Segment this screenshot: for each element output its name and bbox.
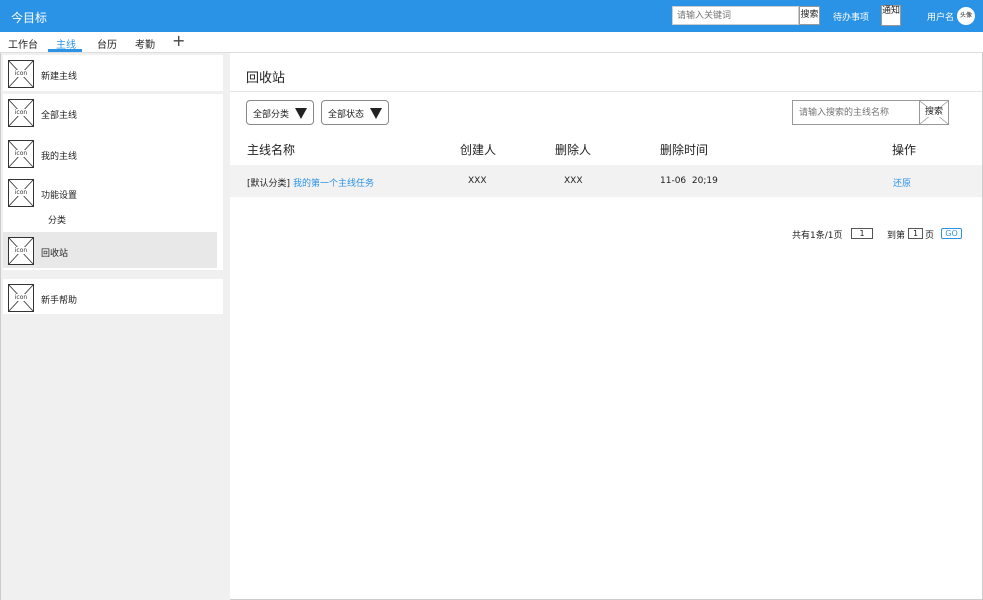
goto-prefix: 到第 [887,231,906,241]
placeholder-icon: icon [8,99,34,127]
notice-button[interactable]: 通知 [881,5,901,26]
icon-placeholder-text: icon [9,109,33,116]
active-tab-indicator [48,49,82,52]
icon-placeholder-text: icon [9,70,33,77]
category-filter-label: 全部分类 [253,110,290,120]
placeholder-icon: icon [8,140,34,168]
sidebar-subitem-category[interactable]: 分类 [48,213,66,226]
column-header-deleted-time: 删除时间 [660,143,709,157]
avatar[interactable]: 头像 [957,7,975,25]
category-filter-dropdown[interactable]: 全部分类 [246,100,314,125]
sidebar-item-label: 新手帮助 [41,296,78,306]
icon-placeholder-text: icon [9,247,33,254]
column-header-deleter: 删除人 [555,143,592,157]
mainline-search-button[interactable]: 搜索 [919,100,949,125]
sidebar-item-settings[interactable]: icon 功能设置 [3,174,217,210]
triangle-down-icon [295,108,307,119]
sidebar-item-new-mainline[interactable]: icon 新建主线 [3,55,217,91]
placeholder-icon: icon [8,284,34,312]
sidebar: icon 新建主线 icon 全部主线 icon 我的主线 icon 功能设置 … [0,53,230,600]
pagination-summary: 共有1条/1页 [792,231,843,241]
placeholder-icon: icon [8,237,34,265]
placeholder-icon: icon [8,179,34,207]
sidebar-item-my-mainlines[interactable]: icon 我的主线 [3,135,217,171]
status-filter-dropdown[interactable]: 全部状态 [321,100,389,125]
top-bar: 今目标 搜索 待办事项 通知 用户名 头像 [0,0,983,32]
keyword-search-button[interactable]: 搜索 [799,6,820,25]
icon-placeholder-text: icon [9,294,33,301]
page-title: 回收站 [246,71,286,86]
main-content: 回收站 全部分类 全部状态 搜索 主线名称 创建人 删除人 删除时间 操作 [默… [230,53,983,600]
username-link[interactable]: 用户名 [927,10,954,23]
sidebar-item-label: 新建主线 [41,72,78,82]
column-header-name: 主线名称 [247,143,296,157]
tab-bar: 工作台 主线 台历 考勤 + [0,32,983,53]
row-category: [默认分类] [247,179,291,189]
restore-link[interactable]: 还原 [893,176,911,189]
mainline-name-search-input[interactable] [792,100,920,125]
sidebar-item-all-mainlines[interactable]: icon 全部主线 [3,94,217,130]
row-deleted-time: 11-06 20;19 [660,176,718,186]
row-mainline-name-link[interactable]: 我的第一个主线任务 [293,176,374,189]
column-header-action: 操作 [892,143,917,157]
sidebar-item-label: 功能设置 [41,191,78,201]
goto-suffix: 页 [925,231,935,241]
app-title[interactable]: 今目标 [11,9,47,26]
column-header-creator: 创建人 [460,143,497,157]
tab-attendance[interactable]: 考勤 [135,36,155,51]
sidebar-item-recycle-bin[interactable]: icon 回收站 [3,232,217,268]
mainline-search-label: 搜索 [924,107,943,117]
todo-link[interactable]: 待办事项 [833,10,869,23]
row-deleter: XXX [564,176,583,186]
sidebar-item-label: 全部主线 [41,111,78,121]
tab-workbench[interactable]: 工作台 [8,36,38,51]
row-creator: XXX [468,176,487,186]
placeholder-icon: icon [8,60,34,88]
icon-placeholder-text: icon [9,150,33,157]
keyword-search-input[interactable] [672,6,799,25]
current-page-box[interactable]: 1 [851,228,873,239]
sidebar-item-label: 我的主线 [41,152,78,162]
icon-placeholder-text: icon [9,189,33,196]
tab-calendar[interactable]: 台历 [97,36,117,51]
sidebar-item-help[interactable]: icon 新手帮助 [3,279,217,315]
go-button[interactable]: GO [941,228,962,239]
status-filter-label: 全部状态 [328,110,365,120]
goto-page-input[interactable]: 1 [908,228,923,239]
triangle-down-icon [370,108,382,119]
add-tab-icon[interactable]: + [172,33,185,49]
title-divider [230,91,982,92]
sidebar-item-label: 回收站 [41,249,69,259]
